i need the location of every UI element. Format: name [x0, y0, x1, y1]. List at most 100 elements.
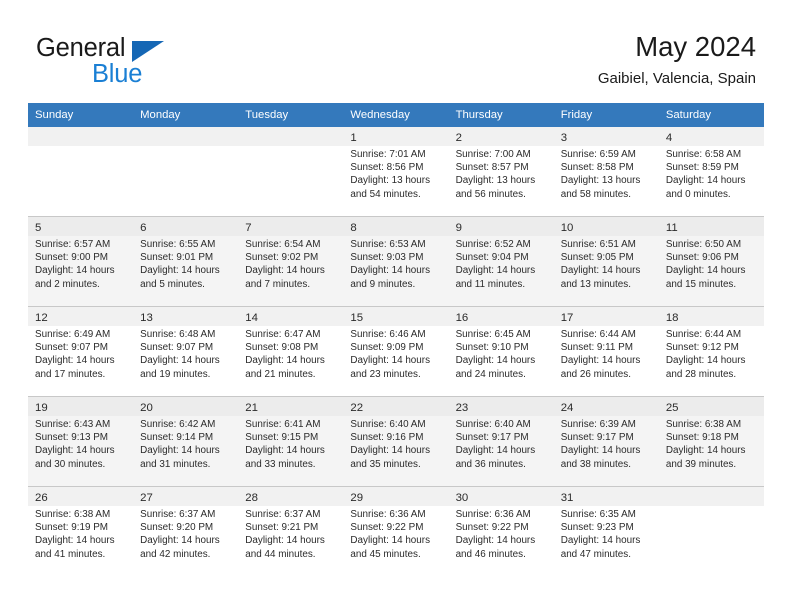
daylight-text-line1: Daylight: 14 hours: [245, 355, 325, 367]
daylight-text-line1: Daylight: 14 hours: [35, 445, 115, 457]
day-number-band: 21: [238, 397, 344, 416]
calendar-day-cell[interactable]: 26 Sunrise: 6:38 AM Sunset: 9:19 PM Dayligh…: [28, 486, 134, 576]
daylight-text-line1: Daylight: 14 hours: [140, 445, 220, 457]
day-number-band: 16: [448, 307, 554, 326]
calendar-cell-empty: [133, 127, 239, 217]
calendar-day-cell[interactable]: 2 Sunrise: 7:00 AM Sunset: 8:57 PM Daylight…: [448, 127, 554, 217]
daylight-text-line2: and 31 minutes.: [140, 458, 211, 470]
calendar-day-cell[interactable]: 23 Sunrise: 6:40 AM Sunset: 9:17 PM Dayligh…: [448, 396, 554, 487]
sunset-text: Sunset: 8:58 PM: [560, 162, 634, 174]
calendar-cell-inner: 6 Sunrise: 6:55 AM Sunset: 9:01 PM Daylight…: [133, 217, 239, 306]
day-details: Sunrise: 6:58 AM Sunset: 8:59 PM Daylight:…: [659, 146, 764, 201]
page-subtitle: Gaibiel, Valencia, Spain: [597, 70, 756, 88]
calendar-day-cell[interactable]: 7 Sunrise: 6:54 AM Sunset: 9:02 PM Daylight…: [238, 216, 344, 307]
calendar-cell-inner: 22 Sunrise: 6:40 AM Sunset: 9:16 PM Dayligh…: [343, 397, 449, 486]
calendar-day-cell[interactable]: 11 Sunrise: 6:50 AM Sunset: 9:06 PM Dayligh…: [658, 216, 764, 307]
day-details: Sunrise: 6:47 AM Sunset: 9:08 PM Daylight:…: [238, 326, 343, 381]
sunrise-text: Sunrise: 6:55 AM: [140, 239, 216, 250]
day-number-band: 15: [343, 307, 449, 326]
day-number-band: 6: [133, 217, 239, 236]
calendar-day-cell[interactable]: 21 Sunrise: 6:41 AM Sunset: 9:15 PM Dayligh…: [238, 396, 344, 487]
calendar-day-cell[interactable]: 27 Sunrise: 6:37 AM Sunset: 9:20 PM Dayligh…: [133, 486, 239, 576]
sunrise-text: Sunrise: 6:45 AM: [455, 329, 531, 340]
daylight-text-line1: Daylight: 14 hours: [35, 355, 115, 367]
calendar-day-cell[interactable]: 31 Sunrise: 6:35 AM Sunset: 9:23 PM Dayligh…: [553, 486, 659, 576]
daylight-text-line1: Daylight: 14 hours: [35, 535, 115, 547]
calendar-day-cell[interactable]: 8 Sunrise: 6:53 AM Sunset: 9:03 PM Daylight…: [343, 216, 449, 307]
calendar-day-cell[interactable]: 22 Sunrise: 6:40 AM Sunset: 9:16 PM Dayligh…: [343, 396, 449, 487]
calendar-day-cell[interactable]: 29 Sunrise: 6:36 AM Sunset: 9:22 PM Dayligh…: [343, 486, 449, 576]
sunset-text: Sunset: 9:11 PM: [560, 342, 633, 354]
calendar-day-cell[interactable]: 5 Sunrise: 6:57 AM Sunset: 9:00 PM Daylight…: [28, 216, 134, 307]
day-details: Sunrise: 6:40 AM Sunset: 9:16 PM Daylight:…: [343, 416, 448, 471]
sunrise-text: Sunrise: 6:47 AM: [245, 329, 321, 340]
calendar-day-cell[interactable]: 19 Sunrise: 6:43 AM Sunset: 9:13 PM Dayligh…: [28, 396, 134, 487]
calendar-day-cell[interactable]: 3 Sunrise: 6:59 AM Sunset: 8:58 PM Daylight…: [553, 127, 659, 217]
sunrise-text: Sunrise: 6:54 AM: [245, 239, 321, 250]
day-number-band: 14: [238, 307, 344, 326]
daylight-text-line2: and 39 minutes.: [665, 458, 737, 470]
calendar-day-cell[interactable]: 10 Sunrise: 6:51 AM Sunset: 9:05 PM Dayligh…: [553, 216, 659, 307]
daylight-text-line2: and 21 minutes.: [245, 368, 316, 380]
calendar-day-cell[interactable]: 30 Sunrise: 6:36 AM Sunset: 9:22 PM Dayligh…: [448, 486, 554, 576]
calendar-cell-empty: [238, 127, 344, 217]
day-number-band: 2: [448, 127, 554, 146]
calendar-day-cell[interactable]: 25 Sunrise: 6:38 AM Sunset: 9:18 PM Dayligh…: [658, 396, 764, 487]
calendar-day-cell[interactable]: 12 Sunrise: 6:49 AM Sunset: 9:07 PM Dayligh…: [28, 306, 134, 397]
day-details: Sunrise: 6:42 AM Sunset: 9:14 PM Daylight:…: [133, 416, 238, 471]
calendar-day-cell[interactable]: 20 Sunrise: 6:42 AM Sunset: 9:14 PM Dayligh…: [133, 396, 239, 487]
day-details: Sunrise: 6:52 AM Sunset: 9:04 PM Daylight:…: [449, 236, 554, 291]
calendar-cell-inner: 3 Sunrise: 6:59 AM Sunset: 8:58 PM Daylight…: [553, 127, 659, 216]
sunrise-text: Sunrise: 6:48 AM: [140, 329, 216, 340]
calendar-day-cell[interactable]: 1 Sunrise: 7:01 AM Sunset: 8:56 PM Daylight…: [343, 127, 449, 217]
daylight-text-line2: and 38 minutes.: [560, 458, 631, 470]
day-details: Sunrise: 6:48 AM Sunset: 9:07 PM Daylight:…: [133, 326, 238, 381]
day-number-band: 13: [133, 307, 239, 326]
calendar-week-row: 26 Sunrise: 6:38 AM Sunset: 9:19 PM Dayligh…: [28, 486, 764, 576]
daylight-text-line2: and 13 minutes.: [560, 278, 631, 290]
calendar-cell-inner: 7 Sunrise: 6:54 AM Sunset: 9:02 PM Daylight…: [238, 217, 344, 306]
day-number-band: 5: [28, 217, 134, 236]
sunset-text: Sunset: 9:07 PM: [140, 342, 214, 354]
day-details: Sunrise: 7:01 AM Sunset: 8:56 PM Daylight:…: [343, 146, 448, 201]
calendar-day-cell[interactable]: 9 Sunrise: 6:52 AM Sunset: 9:04 PM Daylight…: [448, 216, 554, 307]
day-number-band: 29: [343, 487, 449, 506]
calendar-cell-inner: 9 Sunrise: 6:52 AM Sunset: 9:04 PM Daylight…: [448, 217, 554, 306]
calendar-day-cell[interactable]: 24 Sunrise: 6:39 AM Sunset: 9:17 PM Dayligh…: [553, 396, 659, 487]
calendar-day-cell[interactable]: 16 Sunrise: 6:45 AM Sunset: 9:10 PM Dayligh…: [448, 306, 554, 397]
day-details: Sunrise: 6:38 AM Sunset: 9:19 PM Daylight:…: [28, 506, 133, 561]
daylight-text-line1: Daylight: 14 hours: [350, 265, 431, 277]
sunset-text: Sunset: 9:14 PM: [140, 432, 214, 444]
calendar-day-cell[interactable]: 18 Sunrise: 6:44 AM Sunset: 9:12 PM Dayligh…: [658, 306, 764, 397]
daylight-text-line2: and 5 minutes.: [140, 278, 205, 290]
sunrise-text: Sunrise: 6:36 AM: [455, 509, 531, 520]
calendar-table: Sunday Monday Tuesday Wednesday Thursday…: [28, 103, 764, 576]
calendar-cell-inner: 27 Sunrise: 6:37 AM Sunset: 9:20 PM Dayligh…: [133, 487, 239, 576]
day-number-band: 11: [658, 217, 764, 236]
general-blue-logo[interactable]: General Blue: [36, 35, 236, 92]
daylight-text-line1: Daylight: 14 hours: [665, 355, 746, 367]
daylight-text-line2: and 36 minutes.: [455, 458, 526, 470]
day-details: Sunrise: 6:36 AM Sunset: 9:22 PM Daylight:…: [449, 506, 554, 561]
day-number-band: 4: [658, 127, 764, 146]
day-details: Sunrise: 6:41 AM Sunset: 9:15 PM Daylight:…: [238, 416, 343, 471]
daylight-text-line2: and 42 minutes.: [140, 548, 211, 560]
calendar-day-cell[interactable]: 14 Sunrise: 6:47 AM Sunset: 9:08 PM Dayligh…: [238, 306, 344, 397]
calendar-cell-inner: 14 Sunrise: 6:47 AM Sunset: 9:08 PM Dayligh…: [238, 307, 344, 396]
sunset-text: Sunset: 9:01 PM: [140, 252, 214, 264]
daylight-text-line1: Daylight: 14 hours: [455, 535, 536, 547]
day-number-band: 18: [658, 307, 764, 326]
calendar-day-cell[interactable]: 4 Sunrise: 6:58 AM Sunset: 8:59 PM Daylight…: [658, 127, 764, 217]
calendar-day-cell[interactable]: 28 Sunrise: 6:37 AM Sunset: 9:21 PM Dayligh…: [238, 486, 344, 576]
calendar-day-cell[interactable]: 15 Sunrise: 6:46 AM Sunset: 9:09 PM Dayligh…: [343, 306, 449, 397]
daylight-text-line2: and 54 minutes.: [350, 188, 421, 200]
calendar-day-cell[interactable]: 17 Sunrise: 6:44 AM Sunset: 9:11 PM Dayligh…: [553, 306, 659, 397]
day-number-band: 30: [448, 487, 554, 506]
calendar-day-cell[interactable]: 6 Sunrise: 6:55 AM Sunset: 9:01 PM Daylight…: [133, 216, 239, 307]
calendar-day-cell[interactable]: 13 Sunrise: 6:48 AM Sunset: 9:07 PM Dayligh…: [133, 306, 239, 397]
day-details: Sunrise: 6:53 AM Sunset: 9:03 PM Daylight:…: [343, 236, 448, 291]
sunset-text: Sunset: 9:13 PM: [35, 432, 109, 444]
daylight-text-line2: and 26 minutes.: [560, 368, 631, 380]
calendar-body: 1 Sunrise: 7:01 AM Sunset: 8:56 PM Daylight…: [28, 127, 764, 576]
sunrise-text: Sunrise: 6:53 AM: [350, 239, 426, 250]
